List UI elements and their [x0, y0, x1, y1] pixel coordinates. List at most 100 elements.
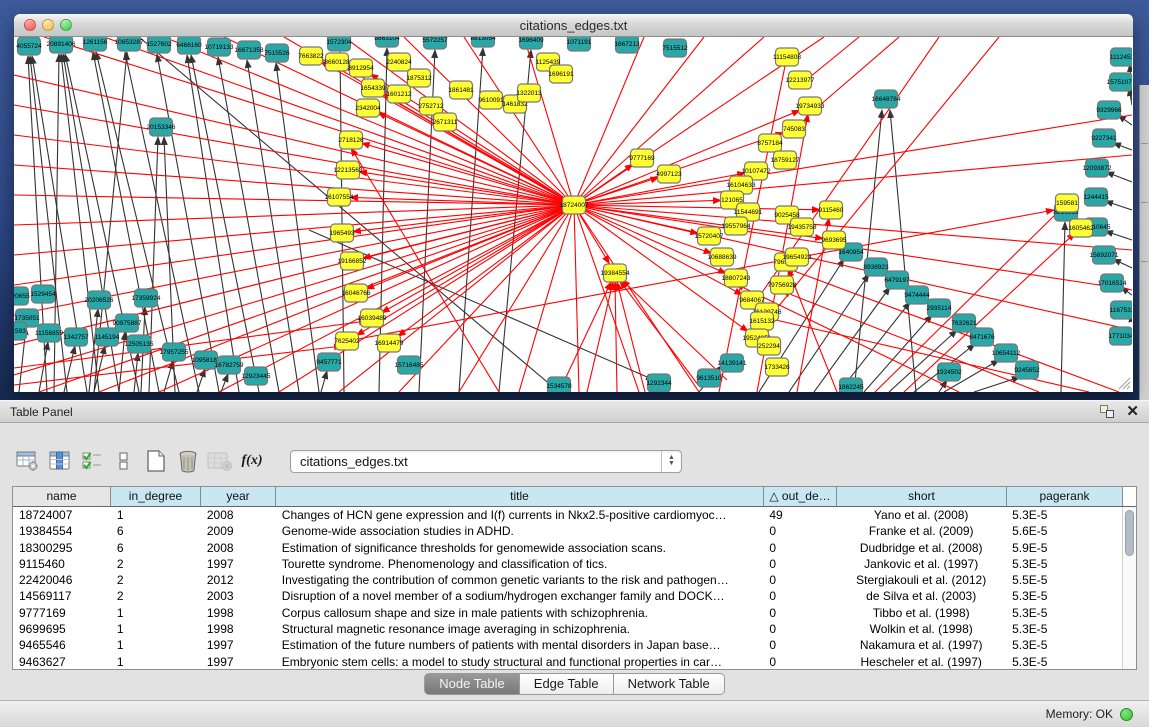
rows-icon[interactable] [108, 447, 140, 475]
graph-node[interactable]: 9610091 [478, 91, 504, 109]
graph-node[interactable]: 1875312 [406, 69, 432, 87]
window-resize-grip[interactable] [1117, 376, 1131, 390]
cell-short[interactable]: Nakamura et al. (1997) [836, 637, 1006, 653]
cell-pagerank[interactable]: 5.9E-5 [1006, 540, 1122, 556]
cell-pagerank[interactable]: 5.3E-5 [1006, 588, 1122, 604]
cell-year[interactable]: 2009 [201, 523, 276, 539]
column-header-in_degree[interactable]: in_degree [111, 487, 201, 506]
graph-node[interactable]: 2752712 [418, 97, 444, 115]
graph-node[interactable]: 16039489 [358, 309, 387, 327]
column-header-pagerank[interactable]: pagerank [1007, 487, 1123, 506]
graph-node[interactable]: 19166852 [338, 252, 367, 270]
graph-node[interactable]: 10688639 [708, 248, 737, 266]
table-row[interactable]: 946362711997Embryonic stem cells: a mode… [13, 654, 1122, 669]
cell-out_de[interactable]: 0 [763, 588, 836, 604]
cell-short[interactable]: Franke et al. (2009) [836, 523, 1006, 539]
graph-node[interactable]: 17957255 [160, 343, 189, 361]
graph-node[interactable]: 16107554 [325, 188, 354, 206]
cell-out_de[interactable]: 0 [763, 523, 836, 539]
table-row[interactable]: 911546021997Tourette syndrome. Phenomeno… [13, 556, 1122, 572]
graph-node[interactable]: 19654923 [783, 248, 812, 266]
graph-node[interactable]: 159581 [1056, 194, 1079, 212]
delete-trash-icon[interactable] [172, 447, 204, 475]
graph-node[interactable]: 12505135 [125, 335, 154, 353]
graph-node[interactable]: 7515512 [662, 39, 688, 57]
table-row[interactable]: 1872400712008Changes of HCN gene express… [13, 507, 1122, 523]
cell-pagerank[interactable]: 5.3E-5 [1006, 637, 1122, 653]
graph-node[interactable]: 8863104 [374, 37, 400, 47]
close-window-icon[interactable] [24, 19, 36, 31]
column-select-icon[interactable] [44, 447, 76, 475]
cell-name[interactable]: 9463627 [13, 654, 111, 669]
graph-node[interactable]: 19557964 [722, 217, 751, 235]
cell-year[interactable]: 1997 [201, 556, 276, 572]
cell-in_degree[interactable]: 1 [111, 621, 201, 637]
cell-name[interactable]: 9115460 [13, 556, 111, 572]
graph-node[interactable]: 9777169 [629, 149, 655, 167]
graph-node[interactable]: 8471676 [969, 328, 995, 346]
cell-pagerank[interactable]: 5.3E-5 [1006, 605, 1122, 621]
table-row[interactable]: 1830029562008Estimation of significance … [13, 540, 1122, 556]
cell-out_de[interactable]: 49 [763, 507, 836, 523]
graph-node[interactable]: 19734933 [796, 97, 825, 115]
cell-title[interactable]: Structural magnetic resonance image aver… [276, 621, 764, 637]
graph-node[interactable]: 1615132 [749, 312, 775, 330]
graph-node[interactable]: 1244415 [1083, 188, 1109, 206]
cell-in_degree[interactable]: 2 [111, 588, 201, 604]
table-selector-dropdown[interactable]: citations_edges.txt ▲▼ [290, 450, 682, 473]
table-settings-icon[interactable] [12, 447, 44, 475]
graph-node[interactable]: 9474444 [904, 286, 930, 304]
graph-node[interactable]: 9115460 [819, 201, 844, 219]
tab-node-table[interactable]: Node Table [424, 673, 520, 695]
scrollbar-thumb[interactable] [1125, 510, 1134, 556]
cell-short[interactable]: Yano et al. (2008) [836, 507, 1006, 523]
graph-node[interactable]: 11156859 [35, 324, 63, 342]
cell-out_de[interactable]: 0 [763, 572, 836, 588]
cell-in_degree[interactable]: 6 [111, 540, 201, 556]
table-row[interactable]: 1456911722003Disruption of a novel membe… [13, 588, 1122, 604]
cell-out_de[interactable]: 0 [763, 540, 836, 556]
graph-node[interactable]: 9227341 [1091, 129, 1117, 147]
graph-node[interactable]: 18807243 [722, 269, 751, 287]
table-row[interactable]: 969969511998Structural magnetic resonanc… [13, 621, 1122, 637]
table-row[interactable]: 1938455462009Genome-wide association stu… [13, 523, 1122, 539]
cell-name[interactable]: 18724007 [13, 507, 111, 523]
minimize-window-icon[interactable] [42, 19, 54, 31]
graph-node[interactable]: 6466160 [176, 37, 202, 54]
column-header-short[interactable]: short [837, 487, 1007, 506]
graph-node[interactable]: 16782759 [215, 356, 244, 374]
cell-short[interactable]: Stergiakouli et al. (2012) [836, 572, 1006, 588]
graph-node[interactable]: 12923445 [242, 367, 271, 385]
cell-name[interactable]: 18300295 [13, 540, 111, 556]
graph-node[interactable]: 10719133 [205, 38, 234, 56]
graph-node[interactable]: 1965493 [329, 224, 355, 242]
graph-node[interactable]: 1667213 [614, 37, 640, 53]
cell-year[interactable]: 1998 [201, 605, 276, 621]
cell-title[interactable]: Estimation of significance thresholds fo… [276, 540, 764, 556]
cell-out_de[interactable]: 0 [763, 605, 836, 621]
function-icon[interactable]: f(x) [236, 447, 268, 475]
tab-edge-table[interactable]: Edge Table [520, 673, 614, 695]
cell-title[interactable]: Corpus callosum shape and size in male p… [276, 605, 764, 621]
graph-node[interactable]: 79756928 [768, 276, 797, 294]
column-header-title[interactable]: title [276, 487, 764, 506]
cell-name[interactable]: 19384554 [13, 523, 111, 539]
cell-title[interactable]: Changes of HCN gene expression and I(f) … [276, 507, 764, 523]
table-row[interactable]: 2242004622012Investigating the contribut… [13, 572, 1122, 588]
cell-year[interactable]: 1998 [201, 621, 276, 637]
graph-node[interactable]: 8660128 [324, 53, 350, 71]
graph-node[interactable]: 7625402 [334, 332, 360, 350]
float-panel-icon[interactable] [1100, 405, 1114, 418]
graph-node[interactable]: 1292344 [646, 374, 672, 392]
tab-network-table[interactable]: Network Table [614, 673, 725, 695]
graph-node[interactable]: 391593 [14, 322, 27, 340]
graph-node[interactable]: 7515526 [264, 44, 290, 62]
memory-ok-icon[interactable] [1120, 708, 1133, 721]
graph-node[interactable]: 1696409 [518, 37, 544, 49]
cell-short[interactable]: Tibbo et al. (1998) [836, 605, 1006, 621]
graph-node[interactable]: 1112453 [1110, 48, 1132, 66]
table-body[interactable]: 1872400712008Changes of HCN gene express… [13, 507, 1122, 669]
graph-node[interactable]: 12213977 [786, 71, 815, 89]
cell-year[interactable]: 1997 [201, 637, 276, 653]
cell-out_de[interactable]: 0 [763, 637, 836, 653]
